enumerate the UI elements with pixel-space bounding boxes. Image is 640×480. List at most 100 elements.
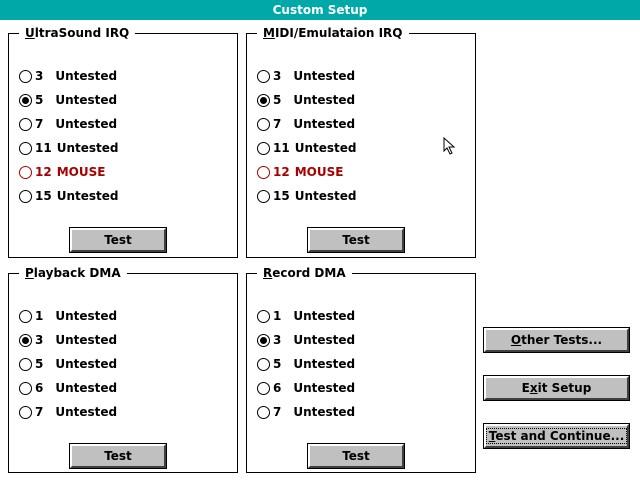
radio-unchecked-icon[interactable] (19, 141, 32, 155)
radio-unchecked-icon[interactable] (257, 357, 270, 371)
radio-unchecked-icon[interactable] (257, 69, 270, 83)
radio-unchecked-icon[interactable] (257, 141, 270, 155)
option-status: Untested (293, 333, 356, 347)
option-number: 12 (35, 165, 52, 179)
test-button[interactable]: Test (69, 227, 167, 253)
option-status: Untested (293, 381, 356, 395)
radio-unchecked-icon[interactable] (257, 309, 270, 323)
option-number: 3 (273, 333, 282, 347)
radio-option-12[interactable]: 12 MOUSE (19, 162, 105, 182)
radio-option-5[interactable]: 5 Untested (19, 90, 117, 110)
radio-option-11[interactable]: 11 Untested (19, 138, 118, 158)
radio-unchecked-icon[interactable] (257, 405, 270, 419)
option-status: Untested (294, 189, 357, 203)
option-status: Untested (55, 357, 118, 371)
radio-option-7[interactable]: 7 Untested (19, 402, 117, 422)
option-number: 5 (35, 93, 44, 107)
option-number: 7 (35, 117, 44, 131)
radio-option-12[interactable]: 12 MOUSE (257, 162, 343, 182)
playback-dma-label: Playback DMA (19, 265, 127, 281)
window-title: Custom Setup (0, 0, 640, 20)
option-status: Untested (55, 333, 118, 347)
radio-option-5[interactable]: 5 Untested (257, 90, 355, 110)
option-number: 6 (35, 381, 44, 395)
radio-option-7[interactable]: 7 Untested (257, 402, 355, 422)
option-status: Untested (293, 93, 356, 107)
option-number: 7 (273, 117, 282, 131)
option-status: Untested (56, 189, 119, 203)
ultrasound-irq-group: UltraSound IRQ 3 Untested 5 Untested 7 Untest… (8, 25, 238, 258)
option-status: Untested (55, 405, 118, 419)
option-status: Untested (294, 141, 357, 155)
radio-unchecked-icon[interactable] (19, 381, 32, 395)
radio-unchecked-icon[interactable] (257, 165, 270, 179)
ultrasound-irq-label: UltraSound IRQ (19, 25, 136, 41)
option-status: Untested (55, 69, 118, 83)
radio-option-7[interactable]: 7 Untested (257, 114, 355, 134)
radio-unchecked-icon[interactable] (19, 165, 32, 179)
arrow-pointer-icon (443, 137, 456, 155)
option-number: 11 (35, 141, 52, 155)
option-status: Untested (55, 309, 118, 323)
radio-unchecked-icon[interactable] (19, 405, 32, 419)
record-dma-label: Record DMA (257, 265, 352, 281)
midi-irq-label: MIDI/Emulataion IRQ (257, 25, 409, 41)
test-button[interactable]: Test (307, 227, 405, 253)
option-number: 3 (35, 333, 44, 347)
radio-option-3[interactable]: 3 Untested (19, 66, 117, 86)
option-number: 5 (273, 93, 282, 107)
radio-checked-icon[interactable] (19, 333, 32, 347)
radio-option-7[interactable]: 7 Untested (19, 114, 117, 134)
radio-option-15[interactable]: 15 Untested (19, 186, 118, 206)
radio-option-3[interactable]: 3 Untested (257, 330, 355, 350)
radio-checked-icon[interactable] (257, 333, 270, 347)
playback-dma-group: Playback DMA 1 Untested 3 Untested 5 Untested… (8, 265, 238, 473)
option-number: 15 (35, 189, 52, 203)
radio-unchecked-icon[interactable] (19, 117, 32, 131)
option-status: Untested (293, 309, 356, 323)
test-button[interactable]: Test (69, 443, 167, 469)
test-and-continue-button[interactable]: Test and Continue... (483, 423, 630, 449)
option-status: Untested (293, 117, 356, 131)
option-status: Untested (55, 381, 118, 395)
option-number: 1 (273, 309, 282, 323)
radio-option-6[interactable]: 6 Untested (257, 378, 355, 398)
exit-setup-button[interactable]: Exit Setup (483, 375, 630, 401)
test-button-label: Test (104, 233, 132, 247)
radio-checked-icon[interactable] (257, 93, 270, 107)
radio-option-1[interactable]: 1 Untested (257, 306, 355, 326)
radio-option-5[interactable]: 5 Untested (19, 354, 117, 374)
test-button[interactable]: Test (307, 443, 405, 469)
radio-unchecked-icon[interactable] (19, 69, 32, 83)
option-number: 11 (273, 141, 290, 155)
radio-option-3[interactable]: 3 Untested (19, 330, 117, 350)
option-number: 6 (273, 381, 282, 395)
test-button-label: Test (104, 449, 132, 463)
option-status: Untested (293, 405, 356, 419)
radio-option-5[interactable]: 5 Untested (257, 354, 355, 374)
radio-unchecked-icon[interactable] (19, 189, 32, 203)
option-number: 3 (35, 69, 44, 83)
test-button-label: Test (342, 233, 370, 247)
option-status: Untested (55, 117, 118, 131)
radio-unchecked-icon[interactable] (19, 357, 32, 371)
radio-option-11[interactable]: 11 Untested (257, 138, 356, 158)
radio-checked-icon[interactable] (19, 93, 32, 107)
radio-option-1[interactable]: 1 Untested (19, 306, 117, 326)
other-tests-button[interactable]: Other Tests... (483, 327, 630, 353)
option-number: 15 (273, 189, 290, 203)
radio-option-15[interactable]: 15 Untested (257, 186, 356, 206)
radio-unchecked-icon[interactable] (257, 381, 270, 395)
radio-option-6[interactable]: 6 Untested (19, 378, 117, 398)
option-status: Untested (293, 357, 356, 371)
radio-unchecked-icon[interactable] (19, 309, 32, 323)
option-number: 1 (35, 309, 44, 323)
test-button-label: Test (342, 449, 370, 463)
option-status: MOUSE (294, 165, 344, 179)
option-status: Untested (56, 141, 119, 155)
midi-irq-group: MIDI/Emulataion IRQ 3 Untested 5 Untested 7 U… (246, 25, 476, 258)
radio-unchecked-icon[interactable] (257, 189, 270, 203)
radio-unchecked-icon[interactable] (257, 117, 270, 131)
option-status: Untested (293, 69, 356, 83)
radio-option-3[interactable]: 3 Untested (257, 66, 355, 86)
